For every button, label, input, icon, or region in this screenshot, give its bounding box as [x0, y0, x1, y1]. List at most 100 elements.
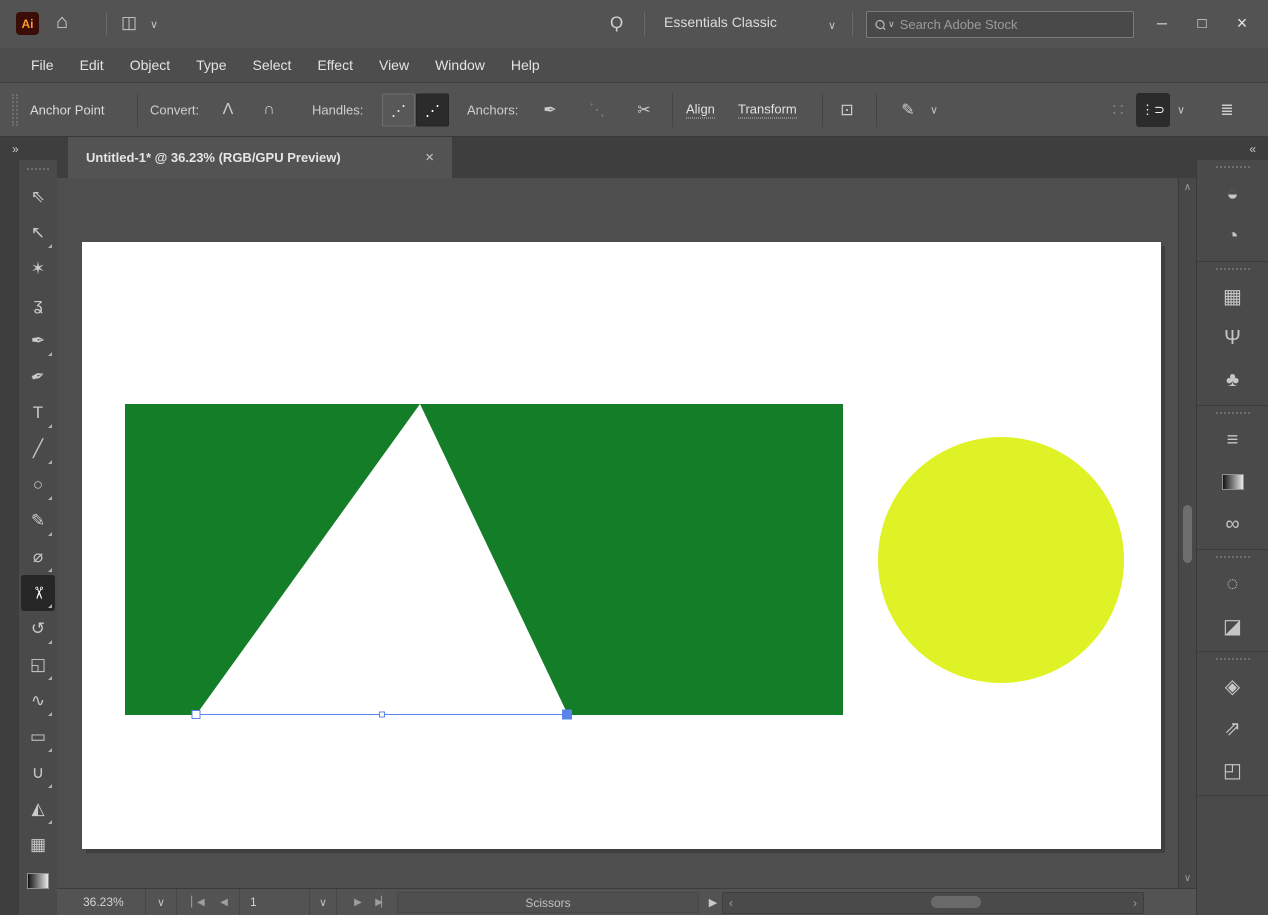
canvas[interactable] — [57, 178, 1178, 888]
panel-grip-handle[interactable] — [1216, 166, 1250, 171]
graphic-styles-panel-button[interactable]: ◪ — [1197, 605, 1268, 647]
scissors-tool[interactable]: ✂ — [21, 575, 55, 611]
convert-to-corner-button[interactable]: Λ — [213, 95, 243, 125]
tab-close-icon[interactable]: × — [421, 149, 438, 166]
horizontal-scrollbar[interactable]: ‹ › — [722, 892, 1144, 914]
line-segment-tool[interactable]: ╱ — [21, 431, 55, 467]
pen-tool[interactable]: ✒ — [21, 323, 55, 359]
panel-collapse-button[interactable]: « — [1196, 137, 1268, 160]
perspective-grid-tool[interactable]: ◭ — [21, 791, 55, 827]
cut-path-button[interactable]: ✂ — [629, 95, 659, 125]
search-chevron-icon[interactable]: ∨ — [888, 19, 895, 30]
show-handles-button[interactable]: ⋰ — [416, 94, 449, 127]
arrange-documents-icon[interactable]: ◫ — [121, 13, 137, 33]
document-tab[interactable]: Untitled-1* @ 36.23% (RGB/GPU Preview) × — [68, 137, 452, 178]
horizontal-scrollbar-thumb[interactable] — [931, 896, 981, 908]
menu-window[interactable]: Window — [422, 48, 498, 82]
anchor-point-selected[interactable] — [563, 710, 572, 719]
controlbar-grip-handle[interactable] — [12, 94, 18, 126]
symbols-panel-button[interactable]: ♣ — [1197, 359, 1268, 401]
magic-wand-tool[interactable]: ✶ — [21, 251, 55, 287]
workspace-chevron-icon[interactable]: ∨ — [828, 19, 836, 32]
lasso-tool[interactable]: ʓ — [21, 287, 55, 323]
maximize-button[interactable]: □ — [1182, 8, 1222, 38]
menu-effect[interactable]: Effect — [304, 48, 366, 82]
artboards-panel-button[interactable]: ◰ — [1197, 749, 1268, 791]
reshape-chevron-icon[interactable]: ∨ — [930, 104, 938, 117]
rotate-tool[interactable]: ↺ — [21, 611, 55, 647]
arrange-documents-chevron-icon[interactable]: ∨ — [150, 18, 158, 31]
brushes-panel-button[interactable]: Ψ — [1197, 317, 1268, 359]
home-icon[interactable]: ⌂ — [56, 11, 68, 34]
search-input[interactable] — [898, 16, 1072, 33]
vertical-scrollbar[interactable]: ∧ ∨ — [1178, 178, 1196, 888]
shape-builder-tool[interactable]: ∪ — [21, 755, 55, 791]
first-artboard-button[interactable]: ▏◀ — [185, 889, 209, 915]
properties-chevron-icon[interactable]: ∨ — [1177, 104, 1185, 117]
anchor-point[interactable] — [380, 712, 385, 717]
next-artboard-button[interactable]: ▶ — [345, 889, 369, 915]
zoom-dropdown-button[interactable]: ∨ — [145, 889, 177, 915]
layers-panel-button[interactable]: ◈ — [1197, 665, 1268, 707]
workspace-switcher[interactable]: Essentials Classic — [664, 14, 777, 30]
hide-handles-button[interactable]: ⋰ — [382, 94, 415, 127]
gradient-tool[interactable] — [21, 863, 55, 899]
close-button[interactable]: × — [1222, 8, 1262, 38]
panel-grip-handle[interactable] — [1216, 412, 1250, 417]
isolate-selection-button[interactable]: ⊡ — [832, 95, 862, 125]
scroll-right-icon[interactable]: › — [1133, 893, 1137, 913]
remove-anchor-button[interactable]: ✒ — [535, 95, 565, 125]
menu-type[interactable]: Type — [183, 48, 239, 82]
menu-select[interactable]: Select — [240, 48, 305, 82]
direct-selection-tool[interactable]: ↖ — [21, 215, 55, 251]
paintbrush-tool[interactable]: ✎ — [21, 503, 55, 539]
artboard-navigation-field[interactable]: 1 ∨ — [239, 889, 337, 915]
shaper-tool[interactable]: ⌀ — [21, 539, 55, 575]
scale-tool[interactable]: ◱ — [21, 647, 55, 683]
zoom-level[interactable]: 36.23% — [83, 889, 124, 915]
menu-object[interactable]: Object — [117, 48, 183, 82]
transparency-panel-button[interactable]: ∞ — [1197, 503, 1268, 545]
swatches-panel-button[interactable]: ▦ — [1197, 275, 1268, 317]
minimize-button[interactable]: ─ — [1142, 8, 1182, 38]
curvature-tool[interactable]: ✒ — [21, 359, 55, 395]
ellipse-tool[interactable]: ○ — [21, 467, 55, 503]
yellow-circle[interactable] — [878, 437, 1124, 683]
menu-help[interactable]: Help — [498, 48, 553, 82]
stroke-panel-button[interactable]: ≡ — [1197, 419, 1268, 461]
status-menu-button[interactable]: ▶ — [705, 889, 721, 915]
width-tool[interactable]: ∿ — [21, 683, 55, 719]
panel-grip-handle[interactable] — [1216, 658, 1250, 663]
menu-edit[interactable]: Edit — [67, 48, 117, 82]
last-artboard-button[interactable]: ▶▏ — [369, 889, 393, 915]
color-panel-button[interactable]: ◒ — [1197, 173, 1268, 215]
color-guide-panel-button[interactable]: ◔ — [1197, 215, 1268, 257]
tools-grip-handle[interactable] — [27, 168, 49, 173]
type-tool[interactable]: T — [21, 395, 55, 431]
align-button[interactable]: Align — [686, 102, 715, 119]
export-panel-button[interactable]: ⇗ — [1197, 707, 1268, 749]
menu-file[interactable]: File — [18, 48, 67, 82]
anchor-point[interactable] — [192, 711, 200, 719]
scroll-left-icon[interactable]: ‹ — [729, 893, 733, 913]
toolbar-expand-button[interactable]: » — [0, 137, 57, 160]
previous-artboard-button[interactable]: ◀ — [211, 889, 235, 915]
scroll-down-icon[interactable]: ∨ — [1179, 873, 1196, 884]
lightbulb-icon[interactable]: Ϙ — [610, 13, 623, 33]
panel-grip-handle[interactable] — [1216, 268, 1250, 273]
properties-toggle-button[interactable]: ⋮⊃ — [1136, 93, 1170, 127]
panel-menu-button[interactable]: ≣ — [1212, 95, 1242, 125]
artboard-number[interactable]: 1 — [240, 895, 309, 909]
scroll-up-icon[interactable]: ∧ — [1179, 182, 1196, 193]
appearance-panel-button[interactable]: ◌ — [1197, 563, 1268, 605]
artboard-chevron-icon[interactable]: ∨ — [309, 889, 336, 915]
vertical-scrollbar-thumb[interactable] — [1183, 505, 1192, 563]
selection-tool[interactable]: ⇖ — [21, 179, 55, 215]
adobe-stock-search[interactable]: Ϙ ∨ — [866, 11, 1134, 38]
convert-to-smooth-button[interactable]: ∩ — [254, 95, 284, 125]
gradient-panel-button[interactable] — [1197, 461, 1268, 503]
menu-view[interactable]: View — [366, 48, 422, 82]
reshape-button[interactable]: ✎ — [893, 95, 923, 125]
transform-button[interactable]: Transform — [738, 102, 797, 119]
free-transform-tool[interactable]: ▭ — [21, 719, 55, 755]
